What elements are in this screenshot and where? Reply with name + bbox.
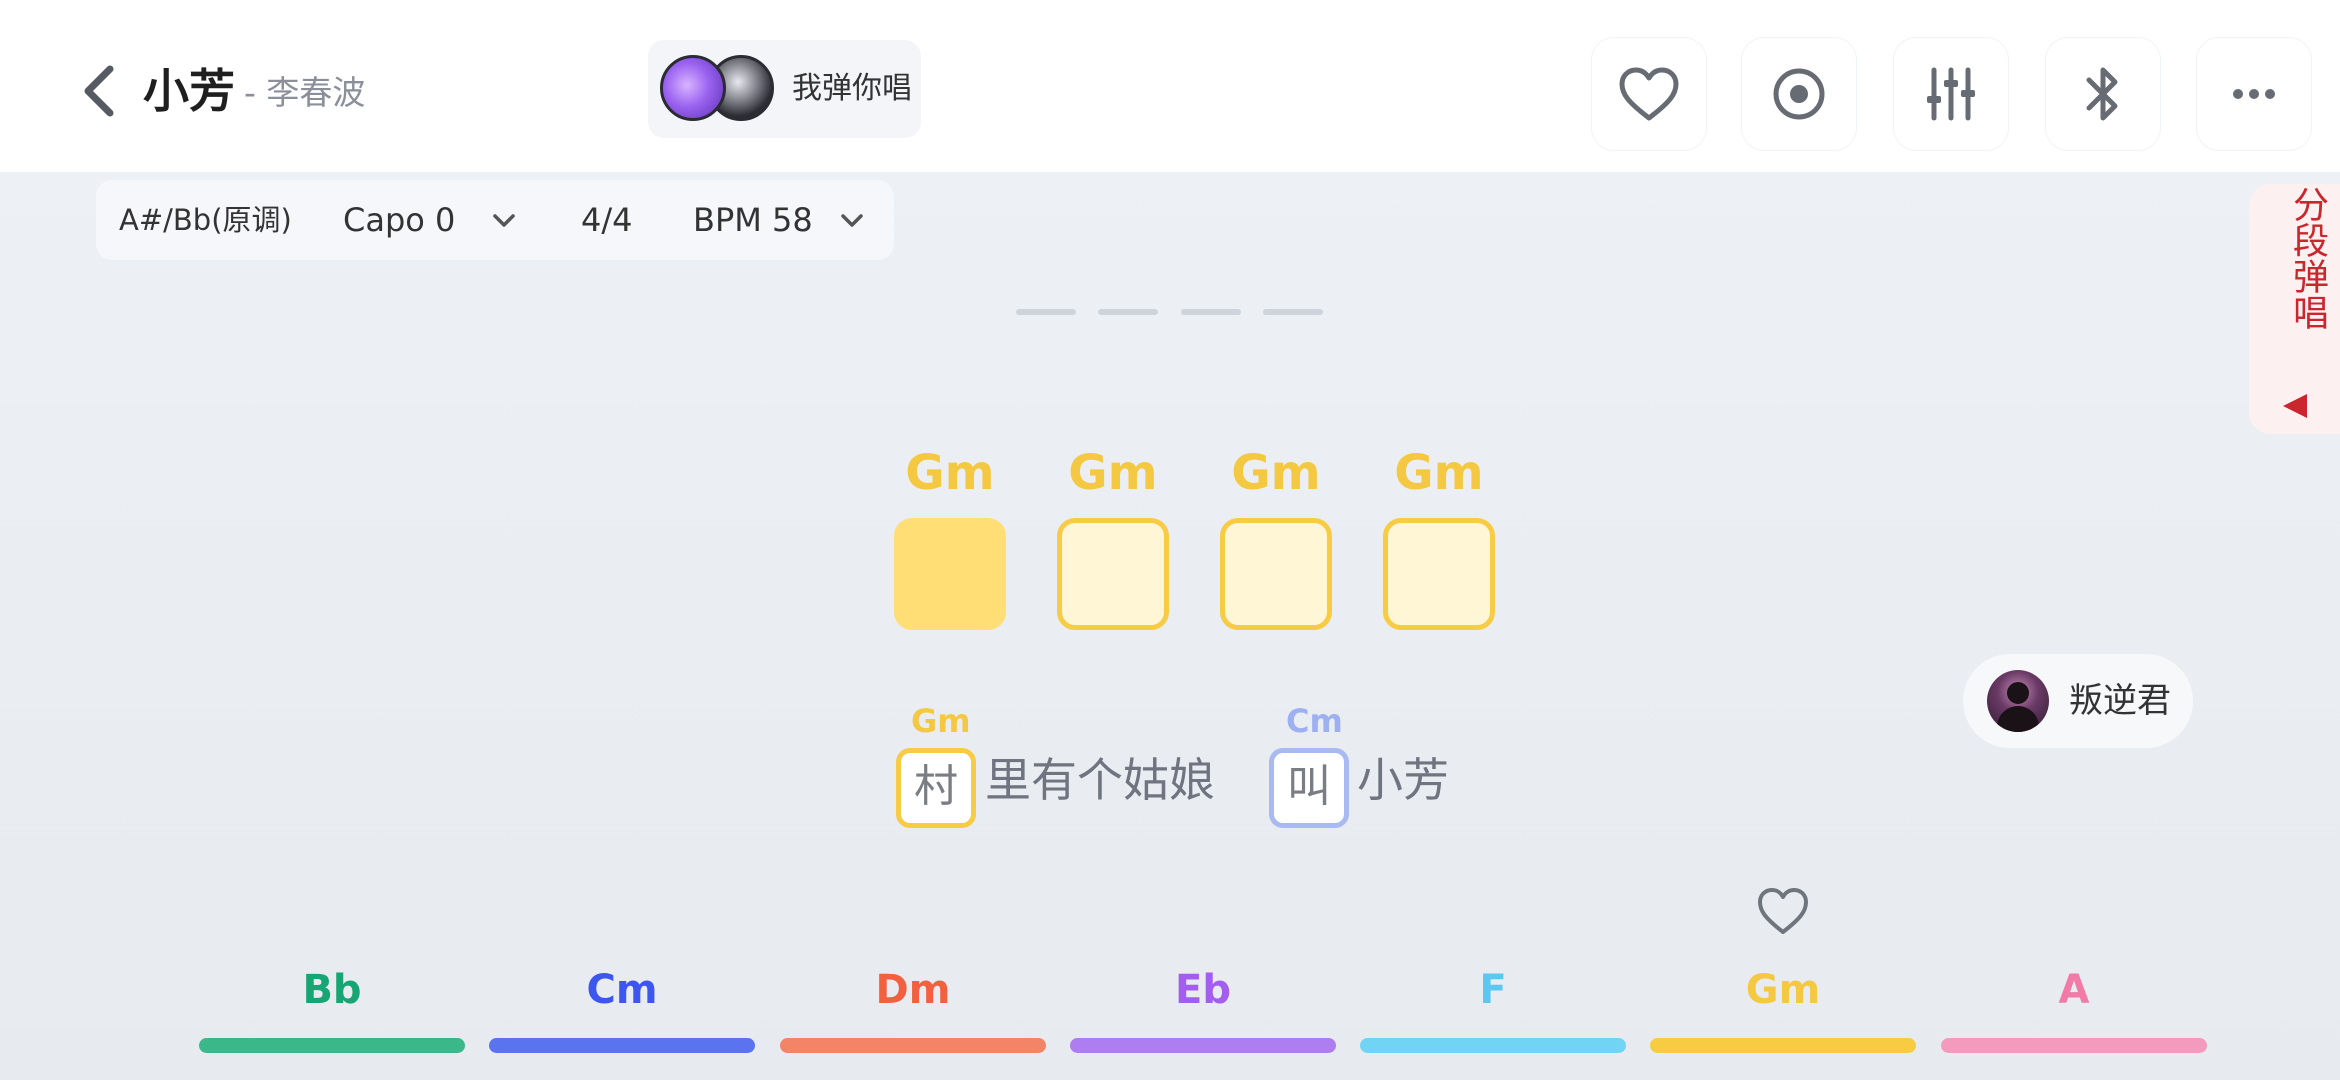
lyric-chord-label: Gm <box>911 702 971 740</box>
chord-name: F <box>1479 967 1507 1013</box>
favorite-button[interactable] <box>1592 38 1706 150</box>
mixer-button[interactable] <box>1894 38 2008 150</box>
chevron-down-icon[interactable] <box>491 208 517 234</box>
song-artist: - 李春波 <box>244 73 366 112</box>
capo-selector[interactable]: Capo 0 <box>343 180 455 260</box>
beat-box-active <box>894 518 1006 630</box>
chord-gm[interactable]: Gm <box>1650 960 1916 1060</box>
beat-chord-label: Gm <box>1231 445 1321 501</box>
chevron-left-icon <box>84 65 114 117</box>
mode-label: 我弹你唱 <box>792 71 912 106</box>
bpm-selector[interactable]: BPM 58 <box>693 180 813 260</box>
user-name: 叛逆君 <box>2069 681 2171 721</box>
chord-bb[interactable]: Bb <box>199 960 465 1060</box>
chord-f[interactable]: F <box>1360 960 1626 1060</box>
chord-color-bar <box>199 1038 465 1053</box>
beat-chord-label: Gm <box>1068 445 1158 501</box>
chord-color-bar <box>1650 1038 1916 1053</box>
beat-box <box>1383 518 1495 630</box>
chord-dm[interactable]: Dm <box>780 960 1046 1060</box>
time-signature: 4/4 <box>581 201 633 239</box>
key-selector[interactable]: A#/Bb(原调) <box>119 180 292 260</box>
bar-progress-segment <box>1181 309 1241 315</box>
lyric-chord-char: 村 <box>896 748 976 828</box>
lyric-chord-label: Cm <box>1286 702 1343 740</box>
chevron-down-icon[interactable] <box>839 208 865 234</box>
song-settings-bar: A#/Bb(原调) Capo 0 4/4 BPM 58 <box>96 180 894 260</box>
lyric-chord-char: 叫 <box>1269 748 1349 828</box>
chord-color-bar <box>1941 1038 2207 1053</box>
guitar-avatar-icon <box>660 55 726 121</box>
triangle-left-icon <box>2283 394 2307 418</box>
avatar <box>1987 670 2049 732</box>
chord-name: Dm <box>875 967 951 1013</box>
more-icon <box>2233 89 2275 99</box>
bar-progress-segment <box>1016 309 1076 315</box>
heart-icon[interactable] <box>1756 886 1810 936</box>
beat-chord-label: Gm <box>1394 445 1484 501</box>
bar-progress-segment <box>1098 309 1158 315</box>
record-icon <box>1773 68 1825 120</box>
chord-name: Bb <box>302 967 362 1013</box>
chord-name: Cm <box>586 967 658 1013</box>
chord-color-bar <box>780 1038 1046 1053</box>
bluetooth-button[interactable] <box>2046 38 2160 150</box>
chord-a[interactable]: A <box>1941 960 2207 1060</box>
chord-cm[interactable]: Cm <box>489 960 755 1060</box>
beat-box <box>1057 518 1169 630</box>
chord-color-bar <box>1070 1038 1336 1053</box>
record-button[interactable] <box>1742 38 1856 150</box>
chord-color-bar <box>489 1038 755 1053</box>
song-title: 小芳 <box>143 64 235 118</box>
chord-name: A <box>2058 967 2090 1013</box>
more-button[interactable] <box>2197 38 2311 150</box>
user-profile-button[interactable]: 叛逆君 <box>1963 654 2193 748</box>
top-bar: 小芳 - 李春波 我弹你唱 <box>0 0 2340 172</box>
play-sing-mode-button[interactable]: 我弹你唱 <box>648 40 921 138</box>
lyric-text: 里有个姑娘 <box>985 753 1215 807</box>
chord-color-bar <box>1360 1038 1626 1053</box>
chord-name: Eb <box>1175 967 1231 1013</box>
lyric-text: 小芳 <box>1357 753 1449 807</box>
heart-icon <box>1619 67 1679 121</box>
bluetooth-icon <box>2086 67 2118 121</box>
back-button[interactable] <box>72 56 128 126</box>
chord-eb[interactable]: Eb <box>1070 960 1336 1060</box>
chord-name: Gm <box>1745 967 1821 1013</box>
beat-chord-label: Gm <box>905 445 995 501</box>
section-play-tab[interactable]: 分段弹唱 <box>2249 184 2340 434</box>
bar-progress-segment <box>1263 309 1323 315</box>
section-play-label: 分段弹唱 <box>2287 186 2328 330</box>
equalizer-icon <box>1927 67 1975 121</box>
beat-box <box>1220 518 1332 630</box>
